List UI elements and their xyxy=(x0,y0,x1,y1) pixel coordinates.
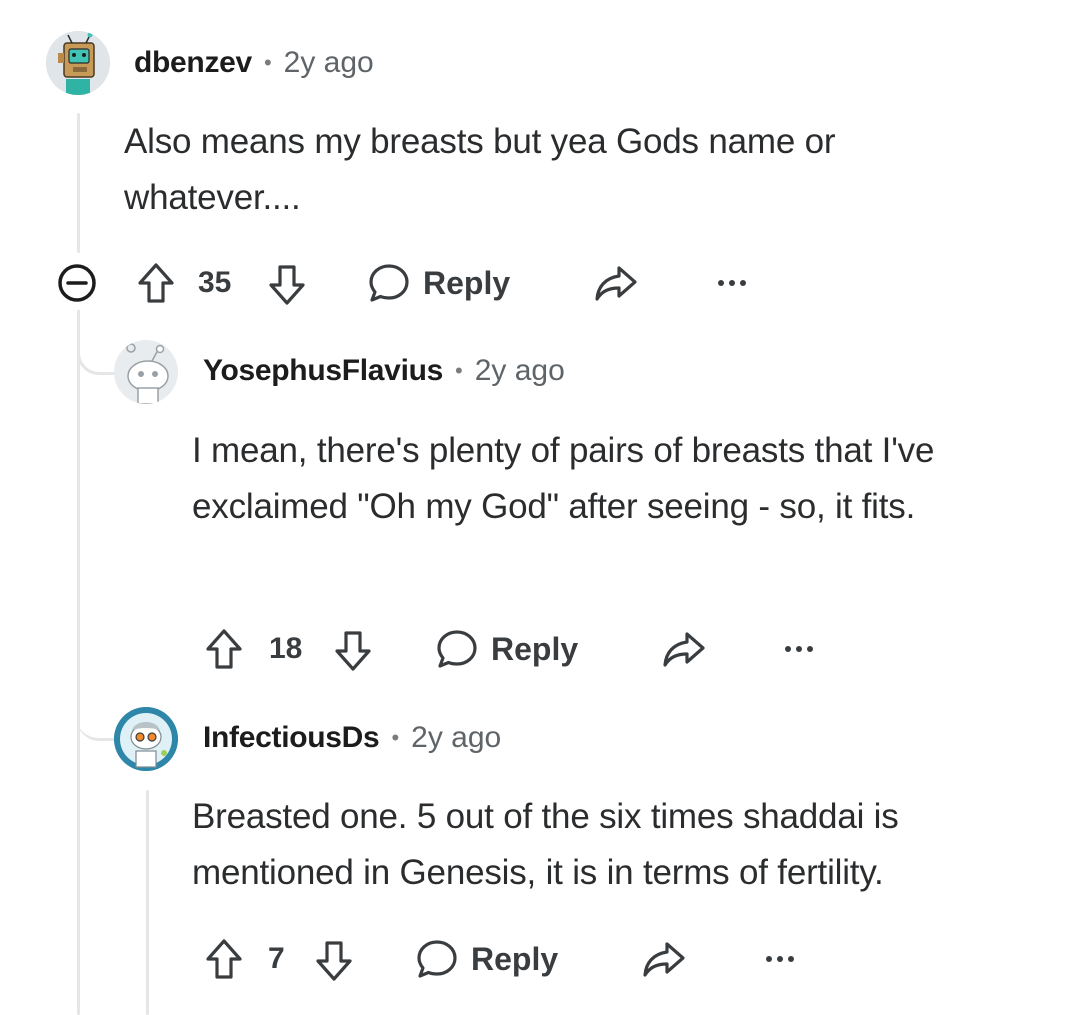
share-arrow-icon xyxy=(643,942,685,977)
downvote-button[interactable] xyxy=(330,628,376,674)
timestamp: 2y ago xyxy=(411,721,502,754)
more-options-button[interactable] xyxy=(762,946,798,972)
downvote-button[interactable] xyxy=(264,262,310,308)
reply-label: Reply xyxy=(471,940,559,977)
share-arrow-icon xyxy=(595,266,637,301)
downvote-arrow-icon xyxy=(269,265,305,305)
comment-bubble-icon xyxy=(437,630,477,668)
comment-actions: 18 Reply xyxy=(0,618,1080,678)
separator-dot: • xyxy=(391,725,400,750)
ellipsis-icon xyxy=(718,280,746,286)
comment-bubble-icon xyxy=(369,264,409,302)
collapse-button[interactable] xyxy=(54,260,100,306)
separator-dot: • xyxy=(263,50,272,75)
separator-dot: • xyxy=(455,358,463,383)
timestamp: 2y ago xyxy=(283,46,374,79)
upvote-button[interactable] xyxy=(133,260,179,306)
downvote-button[interactable] xyxy=(311,938,357,984)
downvote-arrow-icon xyxy=(316,941,352,981)
username[interactable]: dbenzev xyxy=(134,46,252,80)
vote-count: 18 xyxy=(269,632,303,665)
snoo-avatar-icon xyxy=(114,340,178,404)
username[interactable]: YosephusFlavius xyxy=(203,354,443,388)
comment-header: YosephusFlavius • 2y ago xyxy=(203,351,565,391)
upvote-button[interactable] xyxy=(201,936,247,982)
reply-button[interactable]: Reply xyxy=(435,626,578,672)
share-button[interactable] xyxy=(640,936,688,982)
avatar[interactable] xyxy=(114,707,178,771)
vote-count: 35 xyxy=(198,266,232,299)
robot-avatar-icon xyxy=(46,31,110,95)
vote-count: 7 xyxy=(268,942,285,975)
timestamp: 2y ago xyxy=(474,354,565,387)
comment-body: Breasted one. 5 out of the six times sha… xyxy=(192,797,899,892)
share-button[interactable] xyxy=(660,626,708,672)
collapse-icon xyxy=(58,264,96,302)
comment-body: I mean, there's plenty of pairs of breas… xyxy=(192,431,935,526)
ellipsis-icon xyxy=(785,646,813,652)
avatar[interactable] xyxy=(114,340,178,404)
reply-label: Reply xyxy=(423,264,511,301)
scientist-avatar-icon xyxy=(114,707,178,771)
reply-label: Reply xyxy=(491,630,579,667)
ellipsis-icon xyxy=(766,956,794,962)
comment-bubble-icon xyxy=(417,940,457,978)
more-options-button[interactable] xyxy=(714,270,750,296)
username[interactable]: InfectiousDs xyxy=(203,721,380,755)
comment-header: dbenzev • 2y ago xyxy=(134,43,374,83)
upvote-button[interactable] xyxy=(201,626,247,672)
share-button[interactable] xyxy=(592,260,640,306)
thread-line-root[interactable] xyxy=(77,113,80,253)
comment-actions: 7 Reply xyxy=(0,928,1080,988)
downvote-arrow-icon xyxy=(335,631,371,671)
upvote-arrow-icon xyxy=(206,939,242,979)
comment-actions: 35 Reply xyxy=(0,252,1080,312)
more-options-button[interactable] xyxy=(781,636,817,662)
avatar[interactable] xyxy=(46,31,110,95)
comment-body: Also means my breasts but yea Gods name … xyxy=(124,122,836,217)
upvote-arrow-icon xyxy=(138,263,174,303)
share-arrow-icon xyxy=(663,632,705,667)
upvote-arrow-icon xyxy=(206,629,242,669)
reply-button[interactable]: Reply xyxy=(415,936,558,982)
reply-button[interactable]: Reply xyxy=(367,260,510,306)
comment-header: InfectiousDs • 2y ago xyxy=(203,718,501,758)
